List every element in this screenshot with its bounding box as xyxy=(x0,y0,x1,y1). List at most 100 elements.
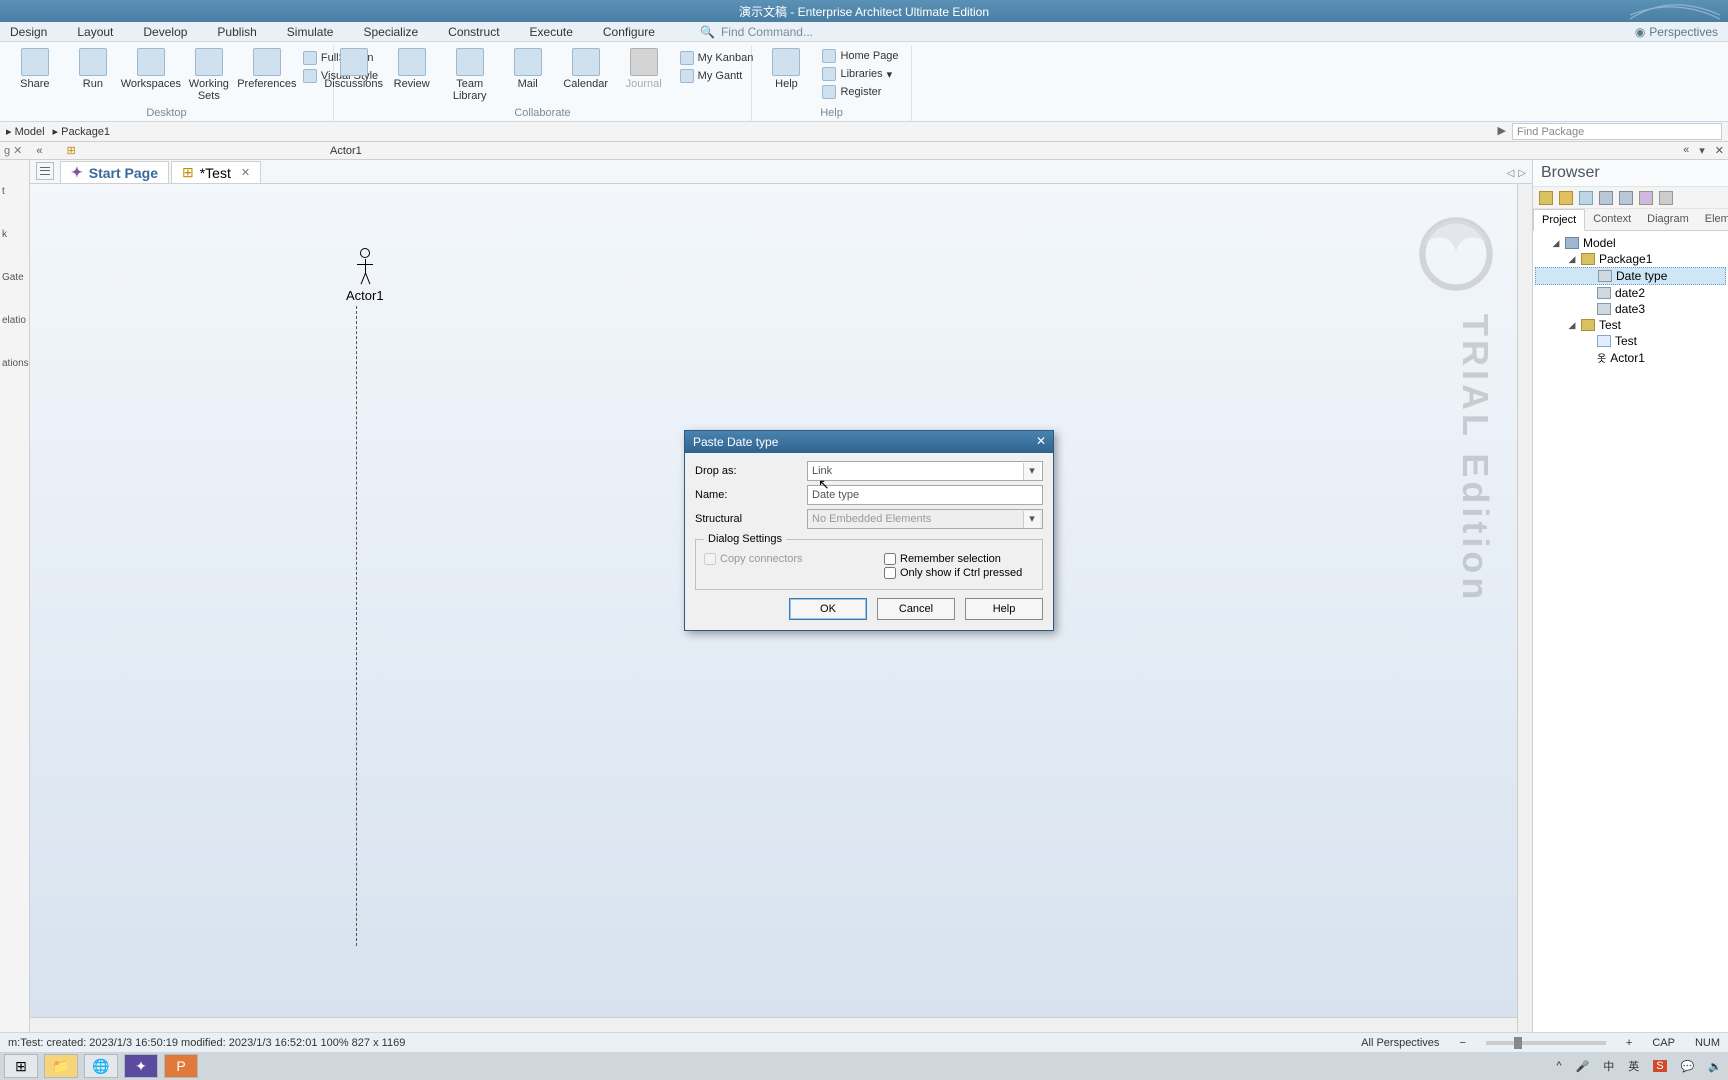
remember-selection-box[interactable] xyxy=(884,553,896,565)
open-icon[interactable] xyxy=(1559,191,1573,205)
powerpoint-icon[interactable]: P xyxy=(164,1054,198,1078)
project-tree[interactable]: ◢Model ◢Package1 Date type date2 date3 ◢… xyxy=(1533,231,1728,1032)
only-ctrl-box[interactable] xyxy=(884,567,896,579)
workspaces-button[interactable]: Workspaces xyxy=(125,46,177,90)
sub-btn-collapse[interactable]: « xyxy=(36,145,42,157)
status-perspectives[interactable]: All Perspectives xyxy=(1361,1037,1439,1049)
ok-button[interactable]: OK xyxy=(789,598,867,620)
team-library-button[interactable]: Team Library xyxy=(444,46,496,102)
ea-taskbar-icon[interactable]: ✦ xyxy=(124,1054,158,1078)
tree-node-date-type[interactable]: Date type xyxy=(1535,267,1726,285)
edge-browser-icon[interactable]: 🌐 xyxy=(84,1054,118,1078)
tree-node-test-diagram[interactable]: Test xyxy=(1535,333,1726,349)
run-button[interactable]: Run xyxy=(67,46,119,90)
help-button[interactable]: Help xyxy=(965,598,1043,620)
panel-dropdown-icon[interactable]: ▾ xyxy=(1699,144,1705,157)
menu-specialize[interactable]: Specialize xyxy=(363,25,418,39)
discussions-button[interactable]: Discussions xyxy=(328,46,380,90)
tree-expander-icon[interactable]: ◢ xyxy=(1551,238,1561,249)
hierarchy-icon[interactable]: ⊞ xyxy=(67,144,76,157)
menu-execute[interactable]: Execute xyxy=(530,25,573,39)
only-ctrl-checkbox[interactable]: Only show if Ctrl pressed xyxy=(884,567,1034,579)
zoom-slider[interactable] xyxy=(1486,1041,1606,1045)
menu-layout[interactable]: Layout xyxy=(77,25,113,39)
zoom-in-icon[interactable]: + xyxy=(1626,1037,1632,1049)
find-package-input[interactable]: Find Package xyxy=(1512,123,1722,140)
browser-tab-element[interactable]: Eleme xyxy=(1697,209,1728,230)
my-kanban-button[interactable]: My Kanban xyxy=(676,50,758,66)
hamburger-icon[interactable] xyxy=(36,162,54,180)
tab-close-icon[interactable]: ✕ xyxy=(237,166,250,179)
calendar-button[interactable]: Calendar xyxy=(560,46,612,90)
new-model-icon[interactable] xyxy=(1539,191,1553,205)
working-sets-button[interactable]: Working Sets xyxy=(183,46,235,102)
toolbox-item[interactable]: t xyxy=(0,170,29,213)
zoom-out-icon[interactable]: − xyxy=(1459,1037,1465,1049)
perspectives-button[interactable]: ◉ Perspectives xyxy=(1635,25,1718,39)
dialog-titlebar[interactable]: Paste Date type ✕ xyxy=(685,431,1053,453)
breadcrumb-caret-icon[interactable]: ▶ xyxy=(1498,124,1506,137)
toolbox-item[interactable]: ations xyxy=(0,342,29,385)
tray-chevron-up-icon[interactable]: ^ xyxy=(1556,1060,1561,1072)
toolbox-item[interactable]: elatio xyxy=(0,299,29,342)
register-button[interactable]: Register xyxy=(818,84,902,100)
up-icon[interactable] xyxy=(1599,191,1613,205)
browser-tab-diagram[interactable]: Diagram xyxy=(1639,209,1697,230)
panel-close-icon[interactable]: ✕ xyxy=(1715,144,1724,157)
my-gantt-button[interactable]: My Gantt xyxy=(676,68,758,84)
menu-develop[interactable]: Develop xyxy=(143,25,187,39)
breadcrumb-root[interactable]: ▸ Model xyxy=(6,125,45,138)
tree-expander-icon[interactable]: ◢ xyxy=(1567,254,1577,265)
drop-as-dropdown[interactable]: Link xyxy=(807,461,1043,481)
sub-btn-1[interactable]: g ✕ xyxy=(4,144,22,157)
home-page-button[interactable]: Home Page xyxy=(818,48,902,64)
remember-selection-checkbox[interactable]: Remember selection xyxy=(884,553,1034,565)
tab-next-icon[interactable]: ▷ xyxy=(1518,168,1526,179)
tray-ime-cn[interactable]: 中 xyxy=(1603,1058,1614,1074)
tray-volume-icon[interactable]: 🔉 xyxy=(1708,1060,1722,1073)
cancel-button[interactable]: Cancel xyxy=(877,598,955,620)
tree-node-date2[interactable]: date2 xyxy=(1535,285,1726,301)
toolbox-item[interactable]: Gate xyxy=(0,256,29,299)
name-input[interactable]: Date type xyxy=(807,485,1043,505)
tab-prev-icon[interactable]: ◁ xyxy=(1507,168,1515,179)
tree-node-actor1[interactable]: 옷Actor1 xyxy=(1535,349,1726,366)
browser-tab-project[interactable]: Project xyxy=(1533,209,1585,231)
find-command[interactable]: 🔍 Find Command... xyxy=(700,25,813,39)
help-button[interactable]: Help xyxy=(760,46,812,90)
toolbox-item[interactable]: k xyxy=(0,213,29,256)
browser-tab-context[interactable]: Context xyxy=(1585,209,1639,230)
down-icon[interactable] xyxy=(1619,191,1633,205)
menu-simulate[interactable]: Simulate xyxy=(287,25,334,39)
actor-element[interactable]: Actor1 xyxy=(346,248,384,303)
tab-test[interactable]: ⊞ *Test ✕ xyxy=(171,161,261,183)
menu-design[interactable]: Design xyxy=(10,25,47,39)
tree-node-date3[interactable]: date3 xyxy=(1535,301,1726,317)
zoom-knob[interactable] xyxy=(1514,1037,1522,1049)
scroll-up-icon[interactable] xyxy=(1520,188,1530,198)
tray-mic-icon[interactable]: 🎤 xyxy=(1576,1060,1590,1073)
tree-node-model[interactable]: ◢Model xyxy=(1535,235,1726,251)
tray-ime-en[interactable]: 英 xyxy=(1628,1058,1639,1074)
tree-expander-icon[interactable]: ◢ xyxy=(1567,320,1577,331)
browser-tool-icon[interactable] xyxy=(1639,191,1653,205)
panel-collapse-icon[interactable]: « xyxy=(1683,144,1689,157)
design-button[interactable]: Design xyxy=(0,46,3,90)
mail-button[interactable]: Mail xyxy=(502,46,554,90)
file-explorer-icon[interactable]: 📁 xyxy=(44,1054,78,1078)
preferences-button[interactable]: Preferences xyxy=(241,46,293,90)
browser-tool-icon[interactable] xyxy=(1579,191,1593,205)
review-button[interactable]: Review xyxy=(386,46,438,90)
tree-node-test[interactable]: ◢Test xyxy=(1535,317,1726,333)
actor-lifeline[interactable] xyxy=(356,306,357,946)
tab-start-page[interactable]: ✦ Start Page xyxy=(60,161,169,183)
share-button[interactable]: Share xyxy=(9,46,61,90)
menu-publish[interactable]: Publish xyxy=(217,25,256,39)
tray-app-icon[interactable]: S xyxy=(1653,1060,1666,1072)
tree-node-package1[interactable]: ◢Package1 xyxy=(1535,251,1726,267)
journal-button[interactable]: Journal xyxy=(618,46,670,90)
hamburger-icon[interactable] xyxy=(1659,191,1673,205)
menu-construct[interactable]: Construct xyxy=(448,25,499,39)
toolbox-gutter[interactable]: t k Gate elatio ations xyxy=(0,160,30,1032)
start-button[interactable]: ⊞ xyxy=(4,1054,38,1078)
